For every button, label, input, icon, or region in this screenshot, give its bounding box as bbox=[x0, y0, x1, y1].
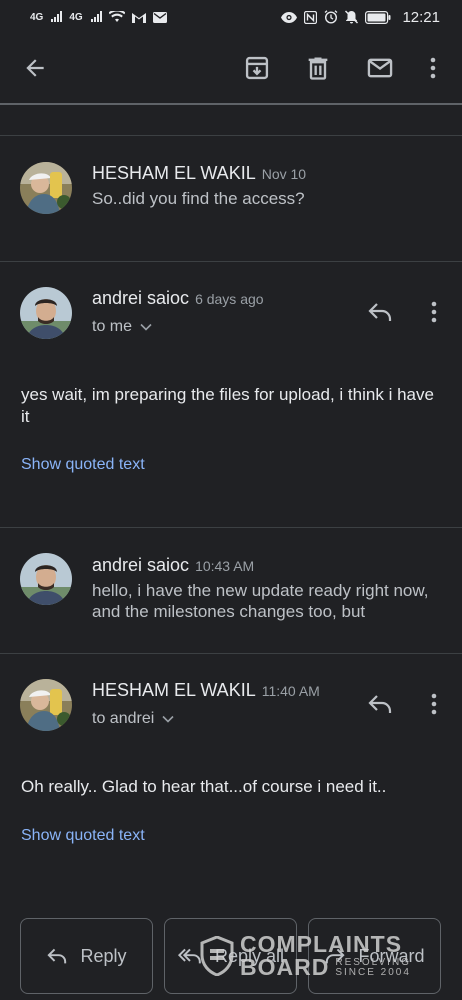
more-options-button[interactable] bbox=[413, 48, 453, 88]
reply-icon bbox=[368, 695, 392, 713]
message-date: Nov 10 bbox=[261, 166, 307, 182]
message-more-button[interactable] bbox=[422, 686, 446, 722]
toolbar bbox=[0, 34, 462, 102]
wifi-icon bbox=[108, 11, 125, 22]
sender-name: andrei saioc bbox=[92, 555, 190, 575]
chevron-down-icon bbox=[162, 715, 174, 723]
avatar bbox=[20, 679, 72, 731]
signal-icon bbox=[51, 11, 63, 22]
mail-notification-icon bbox=[152, 11, 167, 23]
avatar bbox=[20, 287, 72, 339]
message-date: 6 days ago bbox=[195, 291, 264, 307]
complaints-board-watermark: COMPLAINTS BOARD RESOLVING SINCE 2004 bbox=[200, 933, 411, 979]
message-body: yes wait, im preparing the files for upl… bbox=[21, 385, 434, 426]
reply-label: Reply bbox=[80, 945, 127, 966]
recipient-details-toggle[interactable]: to me bbox=[92, 318, 152, 336]
chevron-down-icon bbox=[140, 323, 152, 331]
status-bar: 4G 4G 12:21 bbox=[0, 0, 462, 34]
message-sender: andrei saioc 10:43 AM bbox=[92, 555, 254, 576]
delete-icon bbox=[308, 57, 328, 80]
more-vert-icon bbox=[430, 57, 436, 79]
message-snippet: So..did you find the access? bbox=[92, 189, 305, 208]
status-right: 12:21 bbox=[281, 9, 440, 26]
message-date: 10:43 AM bbox=[195, 558, 255, 574]
watermark-row-2: BOARD RESOLVING SINCE 2004 bbox=[240, 956, 411, 979]
message-sender: HESHAM EL WAKIL 11:40 AM bbox=[92, 680, 320, 701]
recipient-details-toggle[interactable]: to andrei bbox=[92, 710, 174, 728]
watermark-line-1: COMPLAINTS bbox=[240, 931, 403, 957]
watermark-tagline-2: SINCE 2004 bbox=[335, 966, 411, 978]
alarm-icon bbox=[325, 10, 338, 24]
clock: 12:21 bbox=[402, 8, 440, 26]
reply-icon bbox=[47, 948, 67, 964]
message-divider bbox=[0, 527, 462, 528]
more-vert-icon bbox=[431, 301, 437, 323]
message-snippet: hello, i have the new update ready right… bbox=[92, 581, 429, 621]
recipient-label: to me bbox=[92, 318, 133, 335]
show-quoted-text-link[interactable]: Show quoted text bbox=[21, 456, 145, 474]
show-quoted-text-link[interactable]: Show quoted text bbox=[21, 827, 145, 845]
shield-logo-icon bbox=[200, 936, 234, 976]
message-date: 11:40 AM bbox=[261, 683, 320, 699]
back-button[interactable] bbox=[15, 48, 55, 88]
message-divider bbox=[0, 653, 462, 654]
watermark-tagline: RESOLVING SINCE 2004 bbox=[335, 956, 411, 978]
status-left: 4G 4G bbox=[30, 11, 167, 23]
delete-button[interactable] bbox=[298, 48, 338, 88]
archive-icon bbox=[245, 56, 269, 80]
reply-button[interactable] bbox=[362, 294, 398, 330]
avatar bbox=[20, 162, 72, 214]
reply-action-button[interactable]: Reply bbox=[20, 918, 153, 994]
toolbar-divider bbox=[0, 103, 462, 105]
message-divider bbox=[0, 261, 462, 262]
thread-divider bbox=[0, 135, 462, 136]
network-label-1: 4G bbox=[30, 11, 44, 23]
watermark-tagline-1: RESOLVING bbox=[335, 956, 411, 968]
mark-unread-button[interactable] bbox=[360, 48, 400, 88]
mute-icon bbox=[345, 10, 359, 24]
sender-name: HESHAM EL WAKIL bbox=[92, 163, 256, 183]
gmail-icon bbox=[131, 12, 146, 23]
sender-name: HESHAM EL WAKIL bbox=[92, 680, 256, 700]
message-sender: andrei saioc 6 days ago bbox=[92, 288, 264, 309]
network-label-2: 4G bbox=[69, 11, 83, 23]
battery-icon bbox=[365, 10, 391, 24]
signal-icon-2 bbox=[90, 11, 102, 22]
watermark-text: COMPLAINTS BOARD RESOLVING SINCE 2004 bbox=[240, 933, 411, 979]
watermark-line-2: BOARD bbox=[240, 954, 330, 980]
avatar bbox=[20, 553, 72, 605]
reply-icon bbox=[368, 303, 392, 321]
nfc-icon bbox=[304, 10, 318, 24]
sender-name: andrei saioc bbox=[92, 288, 190, 308]
archive-button[interactable] bbox=[237, 48, 277, 88]
reply-button[interactable] bbox=[362, 686, 398, 722]
message-sender: HESHAM EL WAKIL Nov 10 bbox=[92, 163, 306, 184]
message-more-button[interactable] bbox=[422, 294, 446, 330]
message-body: Oh really.. Glad to hear that...of cours… bbox=[21, 777, 387, 796]
back-arrow-icon bbox=[26, 59, 44, 77]
mark-unread-icon bbox=[367, 58, 393, 78]
eye-icon bbox=[281, 11, 298, 23]
recipient-label: to andrei bbox=[92, 710, 155, 727]
more-vert-icon bbox=[431, 693, 437, 715]
